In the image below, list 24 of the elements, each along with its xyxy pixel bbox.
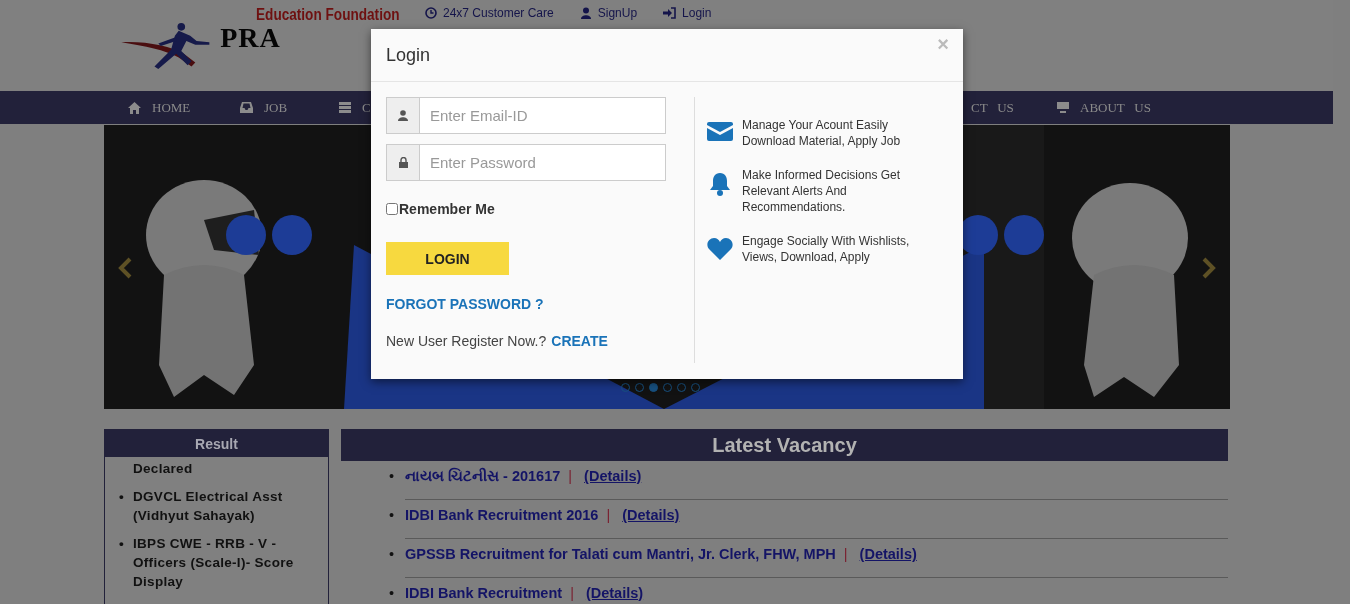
vacancy-title: નાયબ ચિટનીસ - 201617	[405, 468, 561, 484]
bullet: •	[389, 584, 395, 603]
bullet: •	[389, 545, 395, 564]
separator: |	[570, 585, 574, 601]
dialog-title: Login	[386, 44, 431, 66]
separator: |	[568, 468, 573, 484]
logo-wordmark: PRA	[220, 24, 282, 52]
separator: |	[843, 546, 848, 562]
bullet: •	[119, 488, 125, 506]
separator: |	[606, 507, 611, 523]
register-text: New User Register Now.?	[386, 333, 547, 349]
bullet: •	[119, 535, 125, 553]
panel-heading: Latest Vacancy	[341, 429, 1228, 461]
feature-text: Manage Your Acount Easily Download Material, Apply Job	[742, 117, 902, 149]
feature-text: Engage Socially With Wishlists, Views, Download, Apply	[742, 233, 911, 265]
bullet: •	[389, 506, 395, 525]
feature-text: Make Informed Decisions Get Relevant Alerts And Recommendations.	[742, 167, 902, 215]
vacancy-title: GPSSB Recruitment for Talati cum Mantri, Jr. Clerk, FHW, MPH	[405, 546, 836, 562]
bullet: •	[389, 467, 395, 486]
panel-heading: Result	[105, 430, 328, 457]
logo-tagline: Education Foundation	[256, 6, 400, 24]
vacancy-title: IDBI Bank Recruitment 2016	[405, 507, 599, 523]
vacancy-title: IDBI Bank Recruitment	[405, 585, 563, 601]
remember-label: Remember Me	[399, 201, 495, 217]
